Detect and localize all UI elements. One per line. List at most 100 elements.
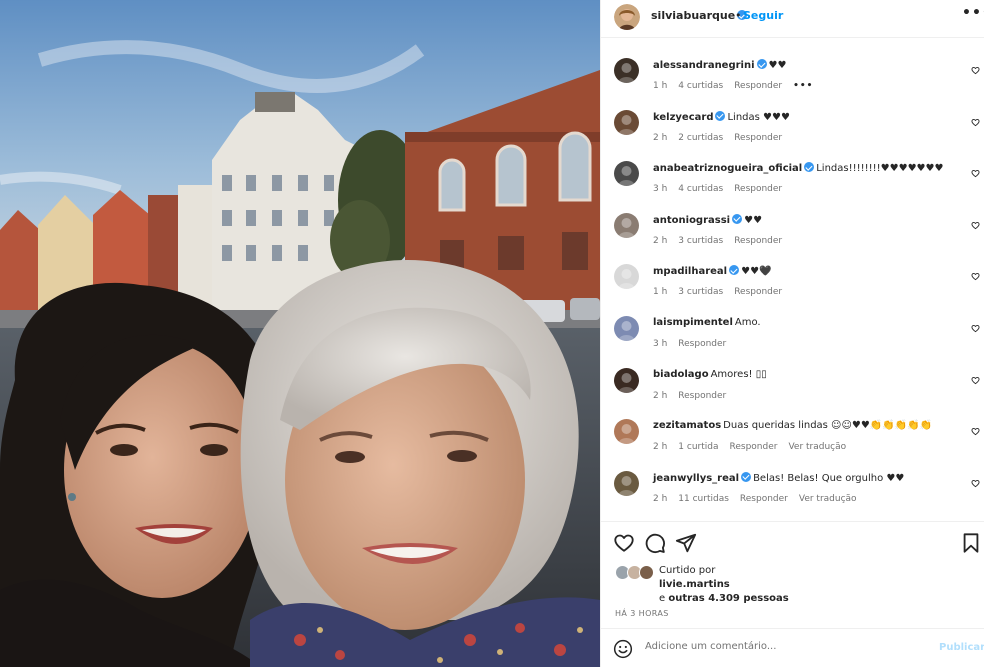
liked-by-username[interactable]: livie.martins xyxy=(659,579,730,590)
comment-username[interactable]: laismpimentel xyxy=(653,317,733,328)
comment-item: alessandranegrini ♥♥ 1 h 4 curtidas Responde… xyxy=(601,40,984,92)
comment-time: 2 h xyxy=(653,132,668,143)
comment-item: jeanwyllys_real Belas! Belas! Que orgulho… xyxy=(601,453,984,505)
comment-item: biadolago Amores! ▯▯ 2 h Responder xyxy=(601,350,984,402)
comment-like-heart-icon[interactable] xyxy=(971,118,980,127)
follow-button[interactable]: Seguir xyxy=(743,9,783,22)
reply-button[interactable]: Responder xyxy=(730,442,778,452)
comment-likes[interactable]: 2 curtidas xyxy=(678,133,723,143)
author-avatar[interactable] xyxy=(614,4,640,30)
comment-like-heart-icon[interactable] xyxy=(971,221,980,230)
see-translation-button[interactable]: Ver tradução xyxy=(799,494,857,504)
comment-line: zezitamatos Duas queridas lindas ☺☺♥♥👏👏👏👏… xyxy=(653,420,932,431)
comment-username[interactable]: jeanwyllys_real xyxy=(653,473,739,484)
comment-time: 2 h xyxy=(653,235,668,246)
comment-username[interactable]: zezitamatos xyxy=(653,420,721,431)
comment-avatar[interactable] xyxy=(614,419,639,445)
comment-time: 3 h xyxy=(653,184,668,195)
verified-badge-icon xyxy=(756,59,767,69)
comment-item: anabeatriznogueira_oficial Lindas!!!!!!!!… xyxy=(601,143,984,195)
comment-line: anabeatriznogueira_oficial Lindas!!!!!!!!… xyxy=(653,162,943,174)
comment-line: antoniograssi ♥♥ xyxy=(653,213,762,226)
comment-line: mpadilhareal ♥♥🖤 xyxy=(653,265,772,277)
author-username[interactable]: silviabuarque xyxy=(651,9,748,22)
bookmark-icon[interactable] xyxy=(960,532,982,554)
comment-like-heart-icon[interactable] xyxy=(971,169,980,178)
add-comment-input[interactable] xyxy=(645,641,925,652)
liker-avatars[interactable] xyxy=(615,565,657,583)
comment-username[interactable]: biadolago xyxy=(653,369,709,380)
reply-button[interactable]: Responder xyxy=(734,133,782,143)
author-username-text[interactable]: silviabuarque xyxy=(651,9,735,22)
liked-by-others[interactable]: e outras 4.309 pessoas xyxy=(659,593,789,604)
comment-text: ♥♥ xyxy=(768,60,787,71)
reply-button[interactable]: Responder xyxy=(734,81,782,91)
comment-meta: 1 h 4 curtidas Responder ••• xyxy=(653,81,824,91)
more-options-icon[interactable]: ••• xyxy=(962,5,984,21)
comment-likes[interactable]: 1 curtida xyxy=(678,442,718,452)
comment-line: jeanwyllys_real Belas! Belas! Que orgulho… xyxy=(653,471,905,484)
comment-item: mpadilhareal ♥♥🖤 1 h 3 curtidas Responder xyxy=(601,246,984,298)
comment-item: laismpimentel Amo. 3 h Responder xyxy=(601,298,984,350)
reply-button[interactable]: Responder xyxy=(734,287,782,297)
comment-avatar[interactable] xyxy=(614,212,639,238)
reply-button[interactable]: Responder xyxy=(678,391,726,401)
comment-avatar[interactable] xyxy=(614,470,639,496)
see-translation-button[interactable]: Ver tradução xyxy=(788,442,846,452)
comment-more-options-icon[interactable]: ••• xyxy=(793,81,813,91)
selfie-photo-illustration xyxy=(0,0,600,667)
comment-line: laismpimentel Amo. xyxy=(653,317,761,328)
comment-text: Belas! Belas! Que orgulho ♥♥ xyxy=(753,472,905,484)
add-comment-bar: Publicar xyxy=(601,628,984,667)
comment-username[interactable]: kelzyecard xyxy=(653,112,713,123)
comment-avatar[interactable] xyxy=(614,316,639,341)
comment-username[interactable]: anabeatriznogueira_oficial xyxy=(653,163,802,174)
comment-username[interactable]: alessandranegrini xyxy=(653,60,755,71)
comment-meta: 2 h 11 curtidas Responder Ver tradução xyxy=(653,494,868,504)
comment-avatar[interactable] xyxy=(614,367,639,393)
reply-button[interactable]: Responder xyxy=(734,236,782,246)
comment-like-heart-icon[interactable] xyxy=(971,324,980,333)
comment-likes[interactable]: 11 curtidas xyxy=(678,494,729,504)
comment-like-heart-icon[interactable] xyxy=(971,66,980,75)
comment-meta: 2 h 3 curtidas Responder xyxy=(653,236,793,246)
comment-likes[interactable]: 3 curtidas xyxy=(678,236,723,246)
comment-time: 2 h xyxy=(653,493,668,504)
verified-badge-icon xyxy=(741,471,752,482)
comment-line: biadolago Amores! ▯▯ xyxy=(653,369,767,380)
comment-icon[interactable] xyxy=(644,532,666,554)
comment-likes[interactable]: 4 curtidas xyxy=(678,81,723,91)
comment-like-heart-icon[interactable] xyxy=(971,376,980,385)
comment-like-heart-icon[interactable] xyxy=(971,479,980,488)
post-time-ago[interactable]: HÁ 3 HORAS xyxy=(615,609,669,618)
heart-icon[interactable] xyxy=(613,532,635,554)
comment-text: Duas queridas lindas ☺☺♥♥👏👏👏👏👏 xyxy=(723,420,933,432)
reply-button[interactable]: Responder xyxy=(734,184,782,194)
comment-item: antoniograssi ♥♥ 2 h 3 curtidas Responder xyxy=(601,195,984,247)
share-icon[interactable] xyxy=(675,532,697,554)
comment-time: 1 h xyxy=(653,287,668,298)
post-photo[interactable] xyxy=(0,0,600,667)
reply-button[interactable]: Responder xyxy=(740,494,788,504)
comment-avatar[interactable] xyxy=(614,109,639,135)
reply-button[interactable]: Responder xyxy=(678,339,726,349)
comment-avatar[interactable] xyxy=(614,161,639,187)
liked-by-others-count[interactable]: outras 4.309 pessoas xyxy=(668,593,788,604)
comments-list[interactable]: alessandranegrini ♥♥ 1 h 4 curtidas Responde… xyxy=(601,40,984,521)
comment-avatar[interactable] xyxy=(614,58,639,83)
liked-by-label: Curtido por xyxy=(659,565,716,576)
comment-likes[interactable]: 4 curtidas xyxy=(678,184,723,194)
comment-like-heart-icon[interactable] xyxy=(971,272,980,281)
comment-time: 1 h xyxy=(653,81,668,91)
emoji-icon[interactable] xyxy=(613,639,633,659)
comment-line: kelzyecard Lindas ♥♥♥ xyxy=(653,110,790,123)
comment-avatar[interactable] xyxy=(614,264,639,290)
comment-likes[interactable]: 3 curtidas xyxy=(678,287,723,297)
comment-like-heart-icon[interactable] xyxy=(971,427,980,436)
separator-dot: • xyxy=(735,9,742,22)
publish-button[interactable]: Publicar xyxy=(939,642,984,653)
comment-username[interactable]: mpadilhareal xyxy=(653,266,727,277)
comment-text: Amores! ▯▯ xyxy=(710,368,767,380)
comment-username[interactable]: antoniograssi xyxy=(653,215,730,226)
post-header: silviabuarque • Seguir ••• xyxy=(601,0,984,38)
